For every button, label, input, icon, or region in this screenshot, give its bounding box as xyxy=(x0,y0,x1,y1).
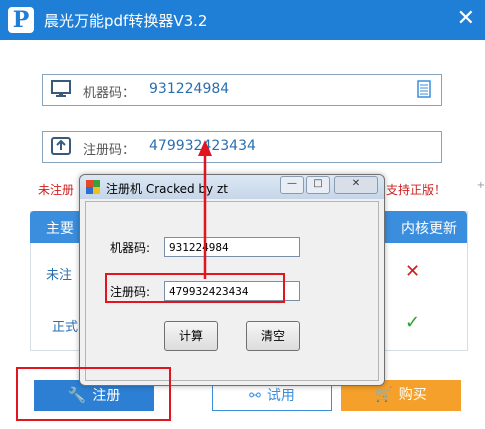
annotation-arrow xyxy=(198,140,212,279)
